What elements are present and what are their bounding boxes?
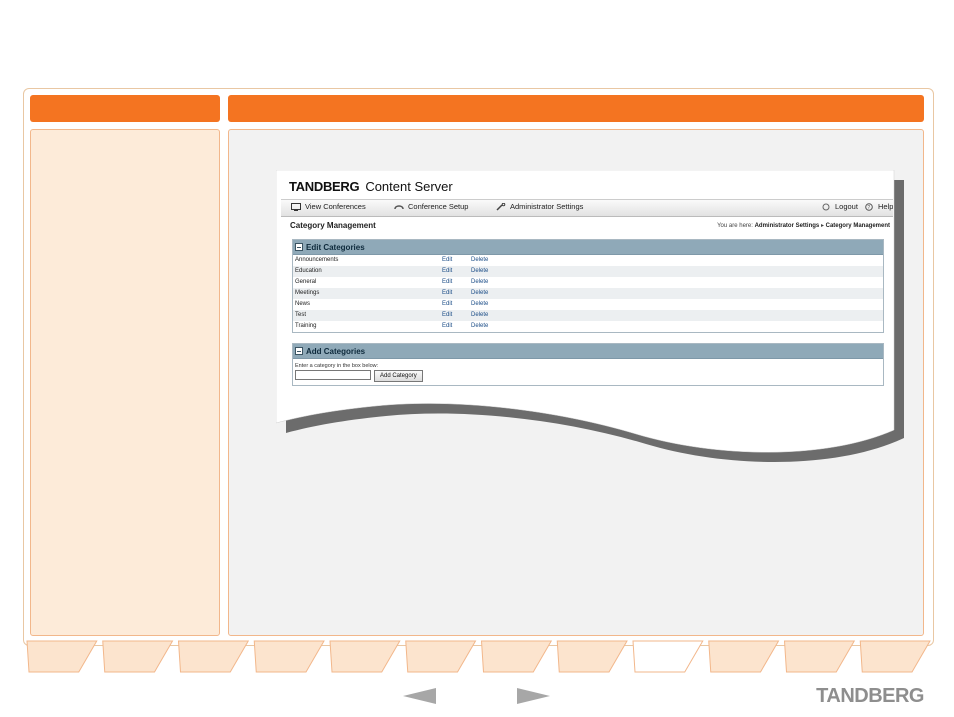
add-category-row: Add Category — [293, 370, 883, 385]
edit-link[interactable]: Edit — [442, 257, 452, 263]
edit-categories-header[interactable]: Edit Categories — [293, 240, 883, 255]
chapter-tab[interactable] — [253, 640, 325, 673]
chapter-tab[interactable] — [329, 640, 401, 673]
category-row: Test Edit Delete — [293, 310, 883, 321]
delete-link[interactable]: Delete — [471, 323, 488, 329]
category-row: Education Edit Delete — [293, 266, 883, 277]
delete-link[interactable]: Delete — [471, 312, 488, 318]
svg-text:?: ? — [867, 205, 870, 211]
category-name: Test — [295, 312, 307, 318]
edit-link[interactable]: Edit — [442, 268, 452, 274]
chapter-tab[interactable] — [632, 640, 704, 673]
sidebar-header-bar — [30, 95, 220, 122]
delete-link[interactable]: Delete — [471, 279, 488, 285]
breadcrumb-separator: ▸ — [820, 223, 824, 229]
category-row: Announcements Edit Delete — [293, 255, 883, 266]
add-category-hint: Enter a category in the box below: — [295, 363, 379, 369]
nav-label: Administrator Settings — [510, 202, 584, 211]
sidebar-panel — [30, 129, 220, 636]
category-list: Announcements Edit Delete Education Edit Dele… — [293, 255, 883, 332]
wrench-icon — [496, 202, 506, 211]
phone-icon — [394, 204, 404, 209]
category-name: Announcements — [295, 257, 339, 263]
edit-link[interactable]: Edit — [442, 301, 452, 307]
footer-logo: TANDBERG — [816, 685, 924, 707]
help-link[interactable]: ? Help — [864, 202, 893, 211]
logout-link[interactable]: Logout — [821, 202, 858, 211]
page-title: Category Management — [290, 221, 376, 230]
chapter-tab[interactable] — [480, 640, 553, 673]
delete-link[interactable]: Delete — [471, 301, 488, 307]
arrow-right-icon[interactable] — [517, 688, 550, 704]
nav-label: View Conferences — [305, 202, 366, 211]
edit-link[interactable]: Edit — [442, 312, 452, 318]
chapter-tab[interactable] — [783, 640, 856, 673]
category-row: Meetings Edit Delete — [293, 288, 883, 299]
chapter-tab[interactable] — [556, 640, 628, 673]
add-category-button[interactable]: Add Category — [374, 370, 423, 382]
edit-categories-box: Edit Categories Announcements Edit Delete E… — [292, 239, 884, 333]
breadcrumb-prefix: You are here: — [717, 223, 753, 229]
category-name-input[interactable] — [295, 370, 371, 380]
add-categories-heading: Add Categories — [306, 346, 366, 356]
product-name: Content Server — [365, 179, 453, 194]
arrow-left-icon[interactable] — [403, 688, 436, 704]
chapter-tab[interactable] — [177, 640, 250, 673]
collapse-icon[interactable] — [295, 243, 303, 251]
category-name: Meetings — [295, 290, 320, 296]
category-row: General Edit Delete — [293, 277, 883, 288]
delete-link[interactable]: Delete — [471, 268, 488, 274]
delete-link[interactable]: Delete — [471, 257, 488, 263]
category-name: Training — [295, 323, 317, 329]
chapter-tab[interactable] — [102, 640, 174, 673]
category-name: Education — [295, 268, 322, 274]
logout-icon — [822, 203, 830, 210]
edit-link[interactable]: Edit — [442, 279, 452, 285]
nav-administrator-settings[interactable]: Administrator Settings — [496, 202, 583, 211]
add-categories-box: Add Categories Enter a category in the b… — [292, 343, 884, 386]
edit-link[interactable]: Edit — [442, 290, 452, 296]
logout-label: Logout — [835, 202, 858, 211]
main-header-bar — [228, 95, 924, 122]
chapter-tab[interactable] — [859, 640, 931, 673]
category-name: News — [295, 301, 311, 307]
breadcrumb-current: Category Management — [825, 223, 890, 229]
monitor-icon — [291, 202, 301, 211]
delete-link[interactable]: Delete — [471, 290, 488, 296]
category-row: News Edit Delete — [293, 299, 883, 310]
add-categories-header[interactable]: Add Categories — [293, 344, 883, 359]
main-nav: View Conferences Conference Setup Admini… — [281, 199, 893, 217]
help-icon: ? — [865, 202, 873, 211]
category-row: Training Edit Delete — [293, 321, 883, 332]
chapter-tabs — [26, 640, 931, 673]
breadcrumb-parent[interactable]: Administrator Settings — [755, 223, 820, 229]
collapse-icon[interactable] — [295, 347, 303, 355]
brand-name: TANDBERG — [289, 179, 360, 194]
app-logo: TANDBERG Content Server — [289, 179, 453, 201]
help-label: Help — [878, 202, 893, 211]
edit-link[interactable]: Edit — [442, 323, 452, 329]
chapter-tab[interactable] — [26, 640, 98, 673]
chapter-tab[interactable] — [708, 640, 780, 673]
edit-categories-heading: Edit Categories — [306, 242, 365, 252]
nav-view-conferences[interactable]: View Conferences — [291, 202, 366, 211]
chapter-tab[interactable] — [405, 640, 477, 673]
category-name: General — [295, 279, 317, 285]
nav-conference-setup[interactable]: Conference Setup — [394, 202, 468, 211]
app-window: TANDBERG Content Server View Conferences… — [281, 175, 893, 435]
nav-label: Conference Setup — [408, 202, 469, 211]
breadcrumb: You are here: Administrator Settings ▸ C… — [717, 222, 890, 229]
screenshot-excerpt: TANDBERG Content Server View Conferences… — [276, 170, 910, 470]
